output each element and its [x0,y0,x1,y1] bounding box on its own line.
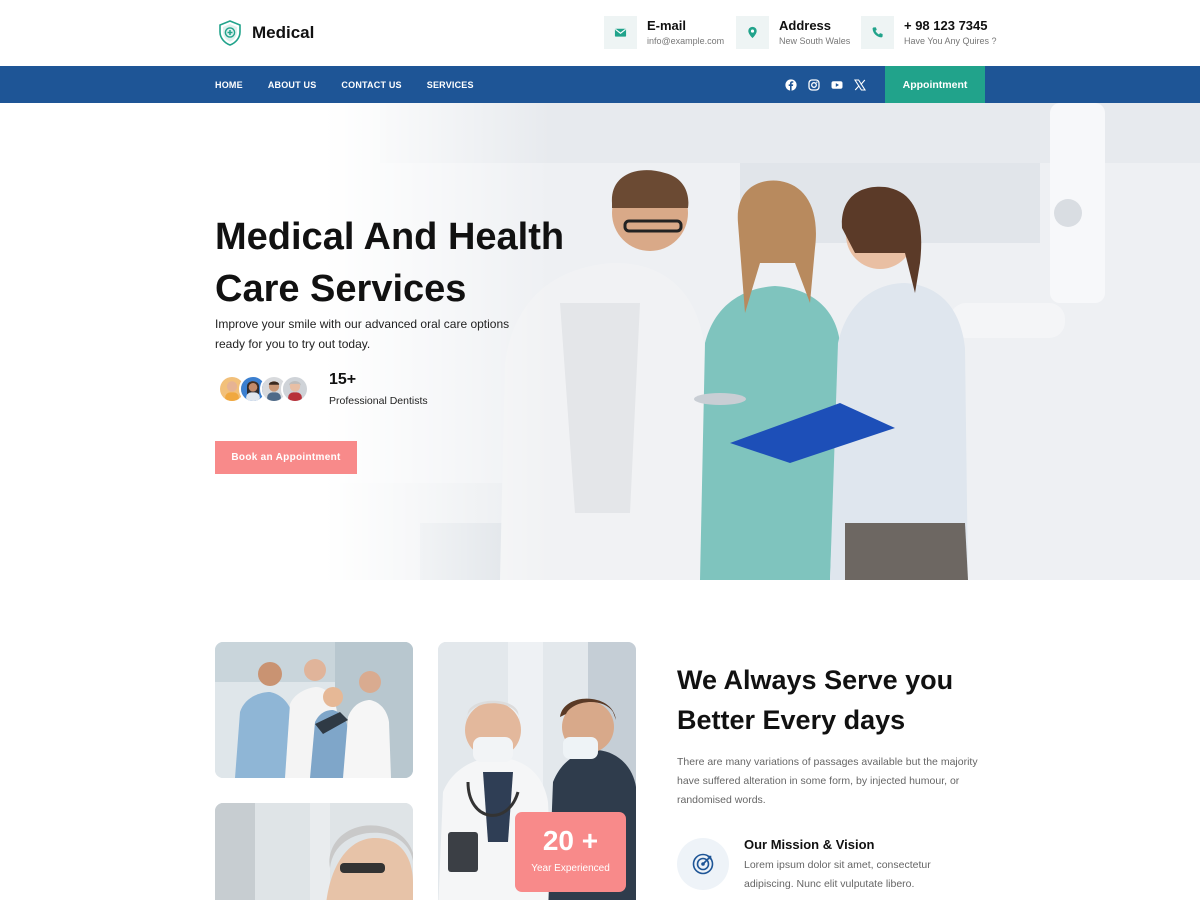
hero-section: Medical And Health Care Services Improve… [0,103,1200,580]
nav-services[interactable]: SERVICES [427,80,474,90]
dentist-count-label: Professional Dentists [329,395,428,407]
envelope-icon [604,16,637,49]
brand-name: Medical [252,23,315,42]
phone-number[interactable]: + 98 123 7345 [904,18,997,34]
instagram-icon[interactable] [808,78,820,91]
nav-home[interactable]: HOME [215,80,243,90]
youtube-icon[interactable] [831,79,843,91]
mission-title: Our Mission & Vision [744,837,875,852]
hero-subtitle: Improve your smile with our advanced ora… [215,317,510,351]
shield-cross-icon [219,20,241,46]
social-links [785,66,866,103]
book-appointment-button[interactable]: Book an Appointment [215,441,357,474]
x-icon[interactable] [854,78,866,91]
avatar [281,375,309,403]
phone-subtitle: Have You Any Quires ? [904,35,997,46]
phone-contact: + 98 123 7345 Have You Any Quires ? [861,16,997,49]
map-pin-icon [736,16,769,49]
facebook-icon[interactable] [785,78,797,91]
nav-contact-us[interactable]: CONTACT US [341,80,401,90]
address-value: New South Wales [779,35,851,46]
email-contact: E-mail info@example.com [604,16,724,49]
dentist-avatars [218,375,309,403]
hero-fade-overlay [0,103,1200,580]
dental-exam-photo [215,803,413,900]
main-nav: HOME ABOUT US CONTACT US SERVICES Appoin… [0,66,1200,103]
address-contact: Address New South Wales [736,16,850,49]
target-icon [677,838,729,890]
top-header: Medical E-mail info@example.com Address … [0,0,1200,66]
nav-about-us[interactable]: ABOUT US [268,80,317,90]
experience-label: Year Experienced [531,863,610,874]
dentist-count: 15+ [329,371,357,388]
site-logo[interactable]: Medical [218,20,314,46]
about-description: There are many variations of passages av… [677,756,978,806]
address-title: Address [779,17,832,33]
phone-icon [861,16,894,49]
email-value: info@example.com [647,35,725,46]
experience-number: 20 + [542,825,599,856]
appointment-button[interactable]: Appointment [885,66,985,103]
email-title: E-mail [647,17,687,33]
experience-badge: 20 + Year Experienced [515,812,626,892]
mission-text: Lorem ipsum dolor sit amet, consectetur … [744,859,931,890]
hero-title: Medical And Health Care Services [215,216,565,310]
about-title: We Always Serve you Better Every days [677,665,954,735]
team-photo [215,642,413,778]
